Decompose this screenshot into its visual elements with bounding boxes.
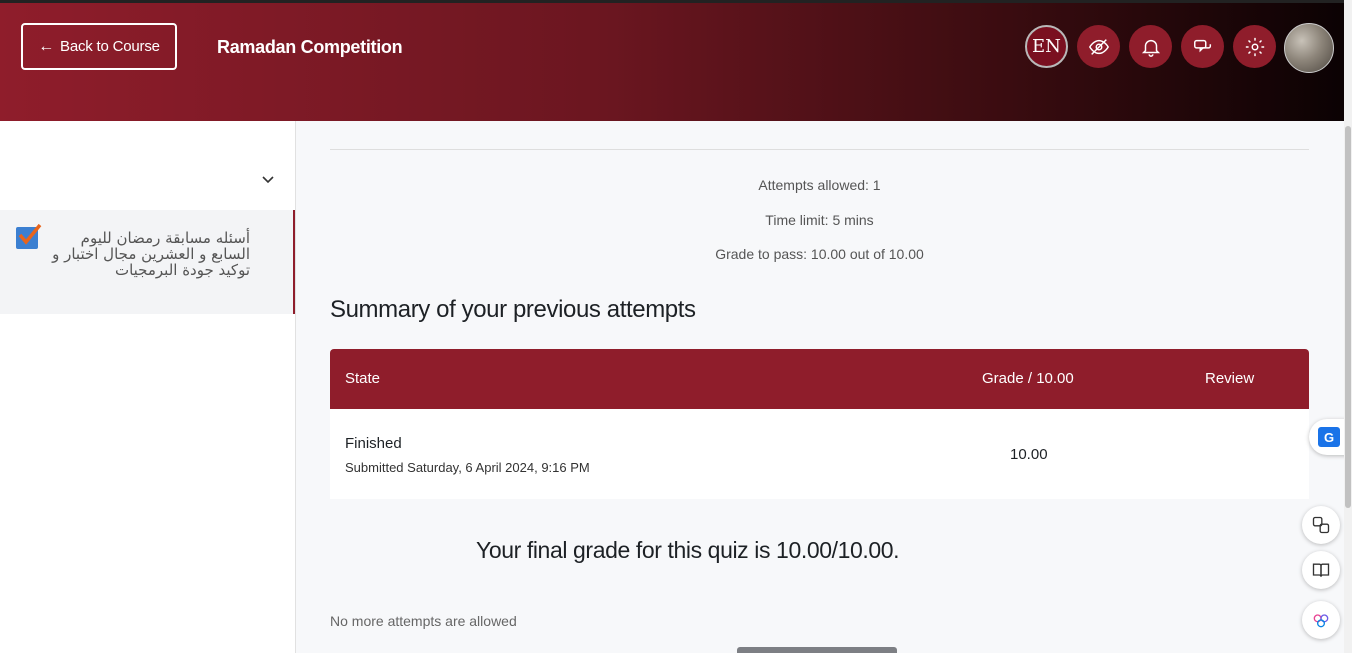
- reader-button[interactable]: [1302, 551, 1340, 589]
- summary-heading: Summary of your previous attempts: [330, 296, 696, 323]
- chevron-down-icon[interactable]: [262, 171, 274, 187]
- translate-icon: G: [1318, 427, 1340, 447]
- column-header-review: Review: [1205, 370, 1255, 387]
- scrollbar-thumb[interactable]: [1345, 126, 1351, 508]
- divider: [330, 149, 1309, 150]
- bell-icon[interactable]: [1129, 25, 1172, 68]
- ai-assistant-button[interactable]: [1302, 601, 1340, 639]
- back-button-label: Back to Course: [60, 38, 160, 55]
- gear-icon[interactable]: [1233, 25, 1276, 68]
- back-to-course-button[interactable]: ← Back to Course: [21, 23, 177, 70]
- bottom-button-edge[interactable]: [737, 647, 897, 653]
- user-avatar[interactable]: [1284, 23, 1334, 73]
- google-translate-button[interactable]: G: [1309, 419, 1349, 455]
- language-label: EN: [1032, 36, 1061, 57]
- main-content: Attempts allowed: 1 Time limit: 5 mins G…: [296, 121, 1344, 653]
- column-header-grade: Grade / 10.00: [982, 370, 1074, 387]
- translate-text-icon: [1312, 516, 1330, 534]
- arrow-left-icon: ←: [38, 37, 55, 55]
- attempts-table-header: State Grade / 10.00 Review: [330, 349, 1309, 409]
- grade-to-pass: Grade to pass: 10.00 out of 10.00: [715, 246, 924, 262]
- book-open-icon: [1312, 563, 1330, 577]
- no-more-attempts: No more attempts are allowed: [330, 613, 517, 629]
- attempts-allowed: Attempts allowed: 1: [758, 177, 881, 193]
- time-limit: Time limit: 5 mins: [765, 212, 874, 228]
- brain-icon: [1313, 614, 1329, 628]
- table-row: Finished Submitted Saturday, 6 April 202…: [330, 409, 1309, 499]
- column-header-state: State: [345, 370, 381, 387]
- chat-icon[interactable]: [1181, 25, 1224, 68]
- sidebar-item-quiz[interactable]: أسئله مسابقة رمضان لليوم السابع و العشري…: [0, 210, 295, 314]
- course-title: Ramadan Competition: [217, 37, 403, 57]
- sidebar-item-label: أسئله مسابقة رمضان لليوم السابع و العشري…: [52, 229, 250, 279]
- hide-eye-icon[interactable]: [1077, 25, 1120, 68]
- text-translate-button[interactable]: [1302, 506, 1340, 544]
- header-actions: EN: [1025, 25, 1276, 68]
- top-header: ← Back to Course Ramadan Competition EN: [0, 0, 1344, 121]
- attempt-grade: 10.00: [1010, 446, 1048, 463]
- attempt-submitted: Submitted Saturday, 6 April 2024, 9:16 P…: [345, 460, 590, 475]
- attempt-state: Finished: [345, 435, 402, 452]
- language-button[interactable]: EN: [1025, 25, 1068, 68]
- final-grade: Your final grade for this quiz is 10.00/…: [476, 537, 900, 563]
- quiz-checkmark-icon: [16, 223, 42, 249]
- course-index-sidebar: أسئله مسابقة رمضان لليوم السابع و العشري…: [0, 121, 296, 653]
